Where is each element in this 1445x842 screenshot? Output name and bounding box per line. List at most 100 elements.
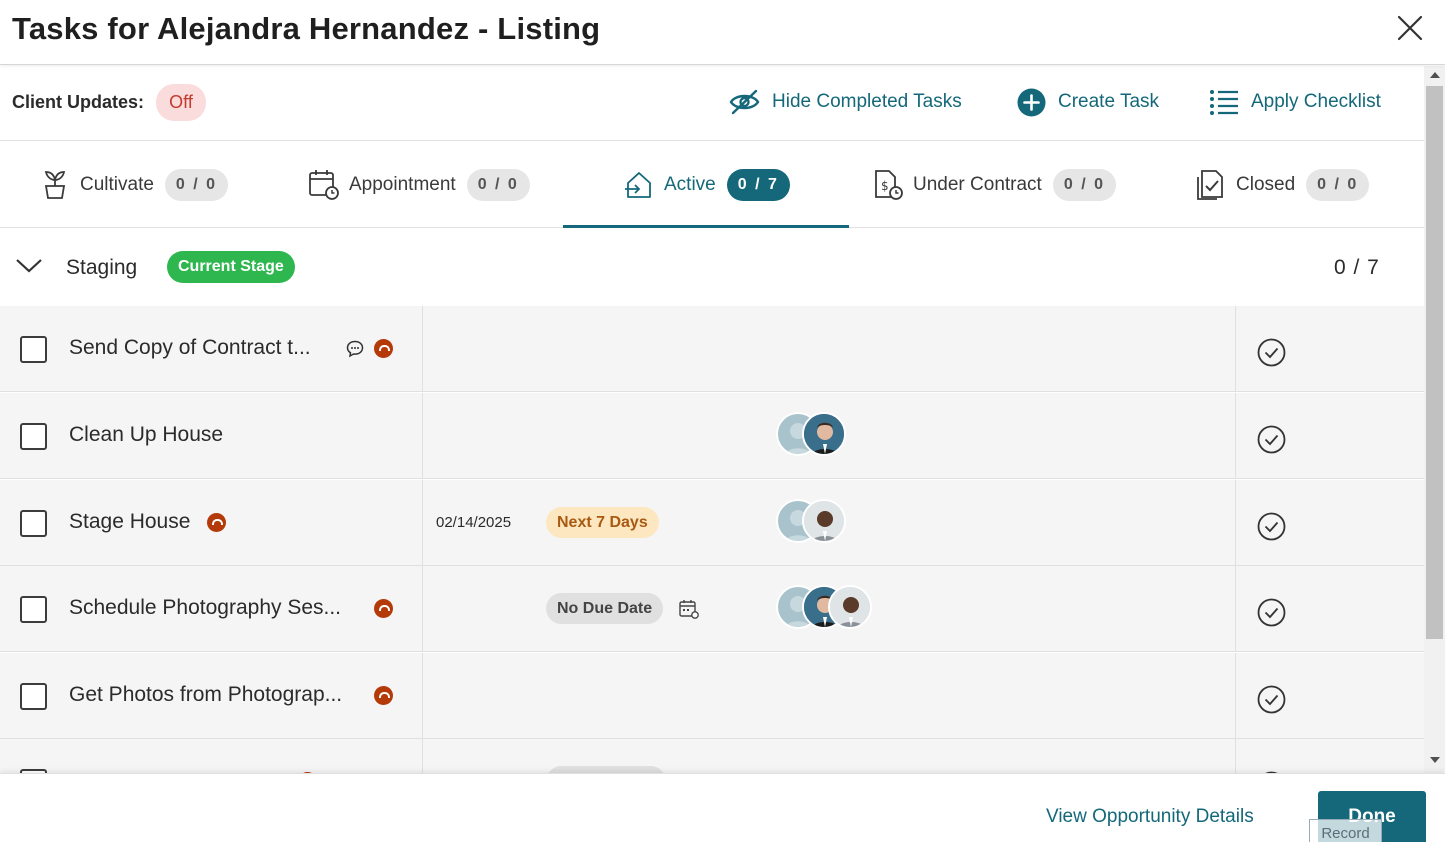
stage-header[interactable]: Staging Current Stage 0 / 7 <box>0 228 1424 306</box>
task-checkbox[interactable] <box>20 596 47 623</box>
check-circle-icon[interactable] <box>1257 338 1286 367</box>
client-updates-label: Client Updates: <box>12 92 145 112</box>
hide-completed-button[interactable]: Hide Completed Tasks <box>729 86 962 118</box>
tab-active[interactable]: Active 0 / 7 <box>624 141 790 228</box>
tasks-modal: Tasks for Alejandra Hernandez - Listing … <box>0 0 1445 842</box>
task-name[interactable]: Stage House <box>69 510 190 534</box>
document-check-icon <box>1197 170 1223 200</box>
task-row: Schedule Photography Ses... No Due Date <box>0 566 1424 652</box>
avatar <box>802 412 846 456</box>
tab-active-count: 0 / 7 <box>726 168 790 201</box>
tab-active-label: Active <box>664 173 716 195</box>
check-circle-icon[interactable] <box>1257 512 1286 541</box>
task-row: Send Copy of Contract t... <box>0 306 1424 392</box>
priority-icon <box>207 513 226 532</box>
avatar <box>828 585 872 629</box>
column-divider <box>1235 739 1236 773</box>
create-task-button[interactable]: Create Task <box>1017 86 1159 118</box>
view-opportunity-details-link[interactable]: View Opportunity Details <box>1046 806 1254 828</box>
record-overlay[interactable]: Record <box>1309 819 1382 842</box>
task-checkbox[interactable] <box>20 423 47 450</box>
column-divider <box>422 306 423 391</box>
close-icon <box>1397 15 1423 41</box>
column-divider <box>1235 480 1236 565</box>
tab-closed-count: 0 / 0 <box>1306 168 1370 201</box>
apply-checklist-button[interactable]: Apply Checklist <box>1209 86 1381 118</box>
task-name[interactable]: Clean Up House <box>69 423 223 447</box>
hide-completed-label: Hide Completed Tasks <box>772 91 962 112</box>
task-checkbox[interactable] <box>20 510 47 537</box>
tab-appointment[interactable]: Appointment 0 / 0 <box>308 141 530 228</box>
priority-icon <box>374 339 393 358</box>
person-photo-icon <box>830 587 870 627</box>
person-photo-icon <box>804 414 844 454</box>
task-checkbox[interactable] <box>20 336 47 363</box>
create-task-label: Create Task <box>1058 91 1160 112</box>
sprout-icon <box>44 170 66 199</box>
checklist-icon <box>1210 90 1238 115</box>
check-circle-icon[interactable] <box>1257 685 1286 714</box>
scroll-up-arrow-icon[interactable] <box>1430 72 1440 78</box>
tab-cultivate[interactable]: Cultivate 0 / 0 <box>40 141 229 228</box>
document-dollar-icon: $ <box>875 170 903 200</box>
modal-title: Tasks for Alejandra Hernandez - Listing <box>12 11 601 46</box>
task-row: Clean Up House <box>0 393 1424 479</box>
priority-icon <box>374 599 393 618</box>
column-divider <box>422 566 423 651</box>
task-row: Stage House 02/14/2025 Next 7 Days <box>0 480 1424 566</box>
column-divider <box>1235 653 1236 738</box>
task-name[interactable]: Schedule Photography Ses... <box>69 596 341 620</box>
column-divider <box>422 480 423 565</box>
scroll-down-arrow-icon[interactable] <box>1430 757 1440 763</box>
tab-appointment-count: 0 / 0 <box>466 168 530 201</box>
due-status-badge <box>546 766 666 773</box>
client-updates-toggle[interactable]: Off <box>156 84 206 121</box>
due-status-badge: Next 7 Days <box>546 507 659 538</box>
stage-tabs: Cultivate 0 / 0 Appointment 0 / 0 Active… <box>0 141 1424 228</box>
toolbar: Client Updates: Off Hide Completed Tasks… <box>0 66 1424 141</box>
comment-icon <box>346 340 364 358</box>
stage-progress-count: 0 / 7 <box>1334 256 1380 279</box>
assignee-avatars[interactable] <box>776 499 846 543</box>
apply-checklist-label: Apply Checklist <box>1251 91 1381 112</box>
column-divider <box>422 393 423 478</box>
avatar <box>802 499 846 543</box>
close-button[interactable] <box>1396 14 1424 42</box>
person-photo-icon <box>804 501 844 541</box>
tab-closed-label: Closed <box>1236 173 1296 195</box>
eye-slash-icon <box>729 89 760 115</box>
task-name[interactable]: Send Copy of Contract t... <box>69 336 311 360</box>
task-row: Get Photos from Photograp... <box>0 653 1424 739</box>
tab-closed[interactable]: Closed 0 / 0 <box>1195 141 1370 228</box>
column-divider <box>1235 306 1236 391</box>
column-divider <box>1235 566 1236 651</box>
modal-footer: View Opportunity Details Done Record <box>0 773 1445 842</box>
due-status-badge: No Due Date <box>546 593 664 624</box>
due-date[interactable]: 02/14/2025 <box>436 514 511 531</box>
column-divider <box>422 739 423 773</box>
stage-name: Staging <box>66 256 138 279</box>
tab-cultivate-count: 0 / 0 <box>164 168 229 201</box>
tab-cultivate-label: Cultivate <box>80 173 154 195</box>
tab-under-contract-label: Under Contract <box>913 173 1042 195</box>
modal-header: Tasks for Alejandra Hernandez - Listing <box>0 0 1445 65</box>
calendar-clock-icon <box>309 170 339 200</box>
calendar-gear-icon[interactable] <box>679 599 699 619</box>
task-checkbox[interactable] <box>20 683 47 710</box>
task-name[interactable]: Get Photos from Photograp... <box>69 683 342 707</box>
task-row <box>0 739 1424 773</box>
assignee-avatars[interactable] <box>776 585 872 629</box>
priority-icon <box>374 686 393 705</box>
assignee-avatars[interactable] <box>776 412 846 456</box>
check-circle-icon[interactable] <box>1257 425 1286 454</box>
tab-under-contract-count: 0 / 0 <box>1052 168 1116 201</box>
current-stage-badge: Current Stage <box>167 251 295 283</box>
check-circle-icon[interactable] <box>1257 598 1286 627</box>
column-divider <box>1235 393 1236 478</box>
svg-text:$: $ <box>881 179 889 193</box>
house-arrow-icon <box>625 171 651 198</box>
column-divider <box>422 653 423 738</box>
scrollbar-thumb[interactable] <box>1426 86 1443 639</box>
chevron-down-icon <box>16 259 42 273</box>
tab-under-contract[interactable]: $ Under Contract 0 / 0 <box>873 141 1116 228</box>
